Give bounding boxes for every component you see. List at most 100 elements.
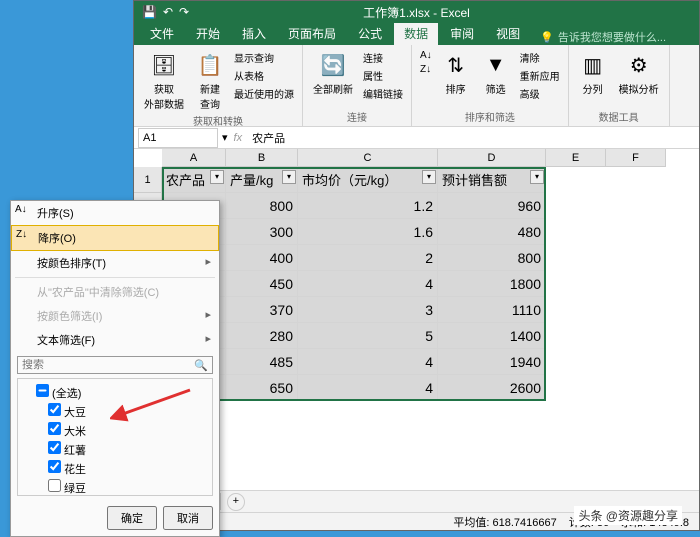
cell[interactable]: 1.2 (298, 193, 438, 219)
redo-icon[interactable]: ↷ (179, 5, 189, 19)
menu-sort-by-color[interactable]: 按颜色排序(T)▸ (11, 251, 219, 275)
refresh-icon: 🔄 (319, 51, 347, 79)
cell[interactable]: 450 (226, 271, 298, 297)
edit-links-button[interactable]: 编辑链接 (361, 85, 405, 102)
cell[interactable]: 650 (226, 375, 298, 401)
filter-item[interactable]: 红薯 (22, 440, 208, 459)
cell[interactable]: 1.6 (298, 219, 438, 245)
dropdown-icon[interactable]: ▾ (222, 131, 228, 144)
filter-button[interactable]: ▼筛选 (478, 49, 514, 98)
col-header[interactable]: B (226, 149, 298, 167)
cell[interactable]: 800 (226, 193, 298, 219)
cell[interactable]: 农产品▾ (162, 167, 226, 193)
row-header[interactable]: 1 (134, 167, 162, 193)
cell[interactable]: 800 (438, 245, 546, 271)
chevron-right-icon: ▸ (205, 308, 211, 321)
text-to-columns-button[interactable]: ▥分列 (575, 49, 611, 98)
search-icon: 🔍 (194, 359, 208, 372)
recent-sources-button[interactable]: 最近使用的源 (232, 85, 296, 102)
cell[interactable]: 4 (298, 375, 438, 401)
tab-insert[interactable]: 插入 (232, 22, 276, 45)
save-icon[interactable]: 💾 (142, 5, 157, 19)
cell[interactable]: 960 (438, 193, 546, 219)
filter-dropdown-icon[interactable]: ▾ (422, 170, 436, 184)
ribbon: 🗄获取 外部数据 📋新建 查询 显示查询 从表格 最近使用的源 获取和转换 🔄全… (134, 45, 699, 127)
sort-asc-button[interactable]: A↓ (418, 49, 434, 62)
add-sheet-button[interactable]: + (227, 493, 245, 511)
refresh-all-button[interactable]: 🔄全部刷新 (309, 49, 357, 98)
tab-formula[interactable]: 公式 (348, 22, 392, 45)
menu-sort-desc[interactable]: Z↓降序(O) (11, 225, 219, 251)
cell[interactable]: 400 (226, 245, 298, 271)
menu-search-box[interactable]: 🔍 (17, 356, 213, 374)
menu-text-filter[interactable]: 文本筛选(F)▸ (11, 328, 219, 352)
cell[interactable]: 市均价（元/kg）▾ (298, 167, 438, 193)
filter-item[interactable]: 绿豆 (22, 478, 208, 496)
filter-item[interactable]: 花生 (22, 459, 208, 478)
from-table-button[interactable]: 从表格 (232, 67, 296, 84)
cell[interactable]: 2 (298, 245, 438, 271)
bulb-icon: 💡 (540, 31, 554, 44)
cell[interactable]: 4 (298, 349, 438, 375)
undo-icon[interactable]: ↶ (163, 5, 173, 19)
formula-bar[interactable]: 农产品 (248, 128, 699, 148)
what-if-button[interactable]: ⚙模拟分析 (615, 49, 663, 98)
filter-dropdown-icon[interactable]: ▾ (530, 170, 544, 184)
cell[interactable]: 1800 (438, 271, 546, 297)
filter-item[interactable]: 大豆 (22, 402, 208, 421)
filter-item[interactable]: 大米 (22, 421, 208, 440)
filter-checkbox-tree[interactable]: (全选) 大豆 大米 红薯 花生 绿豆 小麦 玉米 芝麻 (17, 378, 213, 496)
search-input[interactable] (22, 359, 194, 371)
fx-label: fx (234, 132, 243, 144)
tab-layout[interactable]: 页面布局 (278, 22, 346, 45)
ribbon-tabs: 文件 开始 插入 页面布局 公式 数据 审阅 视图 💡告诉我您想要做什么... (134, 23, 699, 45)
filter-dropdown-icon[interactable]: ▾ (210, 170, 224, 184)
col-header[interactable]: A (162, 149, 226, 167)
connections-button[interactable]: 连接 (361, 49, 405, 66)
cell[interactable]: 5 (298, 323, 438, 349)
cell[interactable]: 预计销售额▾ (438, 167, 546, 193)
cell[interactable]: 300 (226, 219, 298, 245)
cell[interactable]: 2600 (438, 375, 546, 401)
cell[interactable]: 1940 (438, 349, 546, 375)
cell[interactable]: 370 (226, 297, 298, 323)
cell[interactable]: 3 (298, 297, 438, 323)
cancel-button[interactable]: 取消 (163, 506, 213, 530)
menu-sort-asc[interactable]: A↓升序(S) (11, 201, 219, 225)
cell[interactable]: 1110 (438, 297, 546, 323)
name-box[interactable] (138, 128, 218, 148)
col-header[interactable]: D (438, 149, 546, 167)
tab-home[interactable]: 开始 (186, 22, 230, 45)
col-header[interactable]: C (298, 149, 438, 167)
group-label-sort: 排序和筛选 (418, 109, 562, 124)
cell[interactable]: 485 (226, 349, 298, 375)
ok-button[interactable]: 确定 (107, 506, 157, 530)
col-header[interactable]: E (546, 149, 606, 167)
sort-desc-icon: Z↓ (16, 229, 27, 240)
reapply-button[interactable]: 重新应用 (518, 67, 562, 84)
sort-button[interactable]: ⇅排序 (438, 49, 474, 98)
get-external-data-button[interactable]: 🗄获取 外部数据 (140, 49, 188, 113)
tab-review[interactable]: 审阅 (440, 22, 484, 45)
tab-file[interactable]: 文件 (140, 22, 184, 45)
show-query-button[interactable]: 显示查询 (232, 49, 296, 66)
cell[interactable]: 280 (226, 323, 298, 349)
col-header[interactable]: F (606, 149, 666, 167)
tab-view[interactable]: 视图 (486, 22, 530, 45)
filter-dropdown-icon[interactable]: ▾ (282, 170, 296, 184)
sort-asc-icon: A↓ (15, 204, 27, 215)
filter-dropdown-menu: A↓升序(S) Z↓降序(O) 按颜色排序(T)▸ 从"农产品"中清除筛选(C)… (10, 200, 220, 537)
cell[interactable]: 480 (438, 219, 546, 245)
filter-item-all[interactable]: (全选) (22, 383, 208, 402)
new-query-button[interactable]: 📋新建 查询 (192, 49, 228, 113)
advanced-button[interactable]: 高级 (518, 85, 562, 102)
cell[interactable]: 1400 (438, 323, 546, 349)
cell[interactable]: 4 (298, 271, 438, 297)
column-headers: A B C D E F (162, 149, 699, 167)
properties-button[interactable]: 属性 (361, 67, 405, 84)
tab-data[interactable]: 数据 (394, 22, 438, 45)
clear-filter-button[interactable]: 清除 (518, 49, 562, 66)
tell-me[interactable]: 💡告诉我您想要做什么... (540, 29, 666, 45)
sort-desc-button[interactable]: Z↓ (418, 63, 434, 76)
cell[interactable]: 产量/kg▾ (226, 167, 298, 193)
